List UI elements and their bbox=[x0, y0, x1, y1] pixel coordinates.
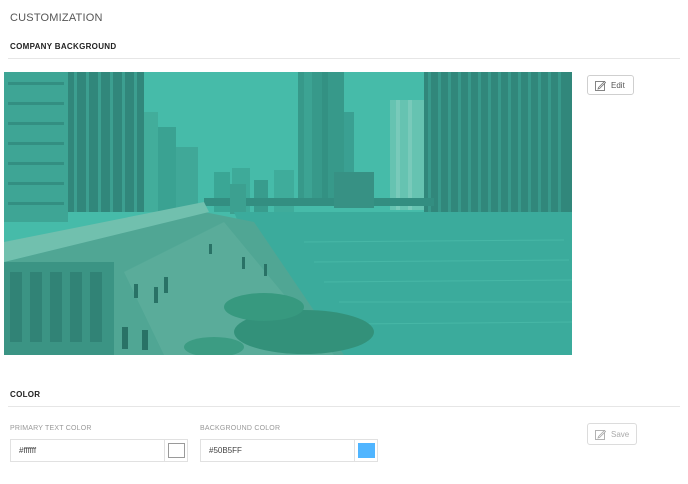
edit-icon bbox=[595, 429, 607, 440]
edit-button[interactable]: Edit bbox=[587, 75, 634, 95]
color-section-title: COLOR bbox=[10, 390, 41, 399]
primary-text-color-input[interactable] bbox=[19, 446, 156, 455]
background-color-field[interactable] bbox=[200, 439, 355, 462]
background-color-label: BACKGROUND COLOR bbox=[200, 425, 281, 432]
page-title: CUSTOMIZATION bbox=[10, 12, 103, 24]
background-color-swatch-box[interactable] bbox=[354, 439, 378, 462]
primary-text-color-label: PRIMARY TEXT COLOR bbox=[10, 425, 92, 432]
divider bbox=[8, 58, 680, 59]
primary-text-color-swatch-box[interactable] bbox=[164, 439, 188, 462]
edit-icon bbox=[595, 80, 607, 91]
save-button-label: Save bbox=[611, 429, 630, 439]
primary-text-color-swatch bbox=[167, 443, 185, 458]
company-background-title: COMPANY BACKGROUND bbox=[10, 42, 117, 51]
background-color-input[interactable] bbox=[209, 446, 346, 455]
edit-button-label: Edit bbox=[611, 80, 625, 90]
background-color-swatch bbox=[357, 443, 375, 458]
primary-text-color-field[interactable] bbox=[10, 439, 165, 462]
save-button[interactable]: Save bbox=[587, 423, 637, 445]
company-background-image bbox=[4, 72, 572, 355]
divider bbox=[8, 406, 680, 407]
